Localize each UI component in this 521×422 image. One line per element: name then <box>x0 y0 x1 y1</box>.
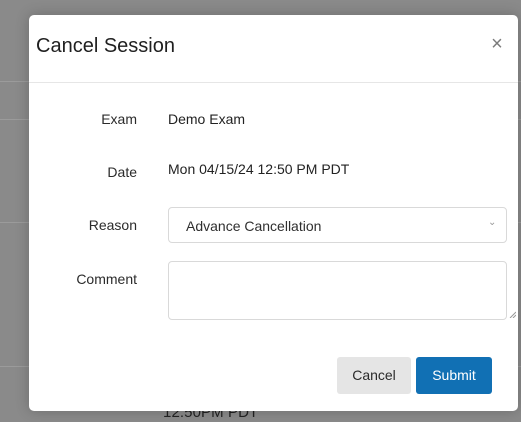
resize-handle-icon[interactable] <box>508 310 516 318</box>
dialog-title: Cancel Session <box>36 35 175 57</box>
date-value: Mon 04/15/24 12:50 PM PDT <box>168 161 350 177</box>
cancel-button[interactable]: Cancel <box>337 357 411 394</box>
date-row: Date Mon 04/15/24 12:50 PM PDT <box>29 161 518 201</box>
comment-textarea[interactable] <box>168 261 507 320</box>
submit-button[interactable]: Submit <box>416 357 492 394</box>
comment-row: Comment <box>29 261 518 320</box>
date-label: Date <box>107 164 137 180</box>
reason-select[interactable]: Advance Cancellation ⌄ <box>168 207 507 243</box>
comment-label: Comment <box>76 271 137 287</box>
reason-row: Reason Advance Cancellation ⌄ <box>29 207 518 247</box>
dialog-header: Cancel Session × <box>29 15 518 83</box>
exam-value: Demo Exam <box>168 111 246 127</box>
chevron-down-icon: ⌄ <box>488 217 497 228</box>
reason-selected-value: Advance Cancellation <box>186 218 322 234</box>
reason-label: Reason <box>88 217 137 233</box>
cancel-session-dialog: Cancel Session × Exam Demo Exam Date Mon… <box>29 15 518 411</box>
close-icon[interactable]: × <box>487 34 507 54</box>
exam-row: Exam Demo Exam <box>29 111 518 151</box>
exam-label: Exam <box>101 111 137 127</box>
